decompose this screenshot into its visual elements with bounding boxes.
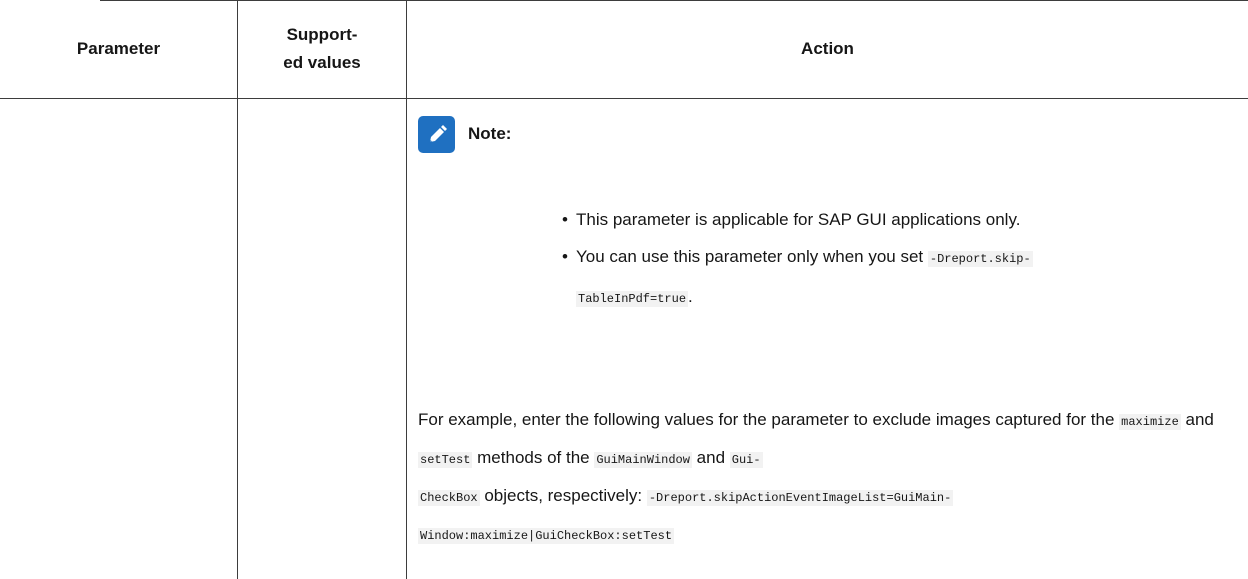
bullet-2-code-part1: -Dreport.skip- [927, 251, 1033, 267]
list-item: This parameter is applicable for SAP GUI… [562, 201, 1236, 238]
header-parameter-label: Parameter [76, 39, 161, 58]
bullet-1-text: This parameter is applicable for SAP GUI… [576, 210, 1021, 229]
example-text-5: objects, respectively: [479, 486, 647, 505]
example-text-3: methods of the [472, 448, 595, 467]
example-code-maximize: maximize [1119, 414, 1181, 430]
example-code-gui-part1: Gui- [729, 452, 763, 468]
header-action-label: Action [801, 39, 854, 58]
header-bottom-border [0, 98, 1248, 99]
note-label: Note: [468, 124, 512, 143]
example-code-skiplist-part2: Window:maximize|GuiCheckBox:setTest [418, 528, 675, 544]
header-action: Action [407, 0, 1248, 98]
bullet-2-text: You can use this parameter only when you… [576, 247, 928, 266]
pencil-note-icon [418, 116, 455, 153]
example-code-skiplist-part1: -Dreport.skipActionEventImageList=GuiMai… [646, 490, 954, 506]
list-item: You can use this parameter only when you… [562, 238, 1236, 318]
header-supported-line1: Support- [286, 25, 358, 44]
parameter-table: Parameter Support- ed values Action Note… [0, 0, 1248, 579]
example-text-4: and [691, 448, 730, 467]
example-text-1: For example, enter the following values … [418, 410, 1120, 429]
bullet-2-end: . [688, 287, 693, 306]
example-code-checkbox: CheckBox [418, 490, 480, 506]
header-supported-values: Support- ed values [238, 0, 406, 98]
note-bullet-list: This parameter is applicable for SAP GUI… [562, 201, 1236, 318]
bullet-2-code-part2: TableInPdf=true [576, 291, 689, 307]
example-paragraph: For example, enter the following values … [418, 402, 1240, 554]
example-text-2: and [1180, 410, 1214, 429]
header-supported-line2: ed values [283, 53, 361, 72]
header-parameter: Parameter [0, 0, 237, 98]
example-code-guimainwindow: GuiMainWindow [594, 452, 692, 468]
example-code-settest: setTest [418, 452, 473, 468]
